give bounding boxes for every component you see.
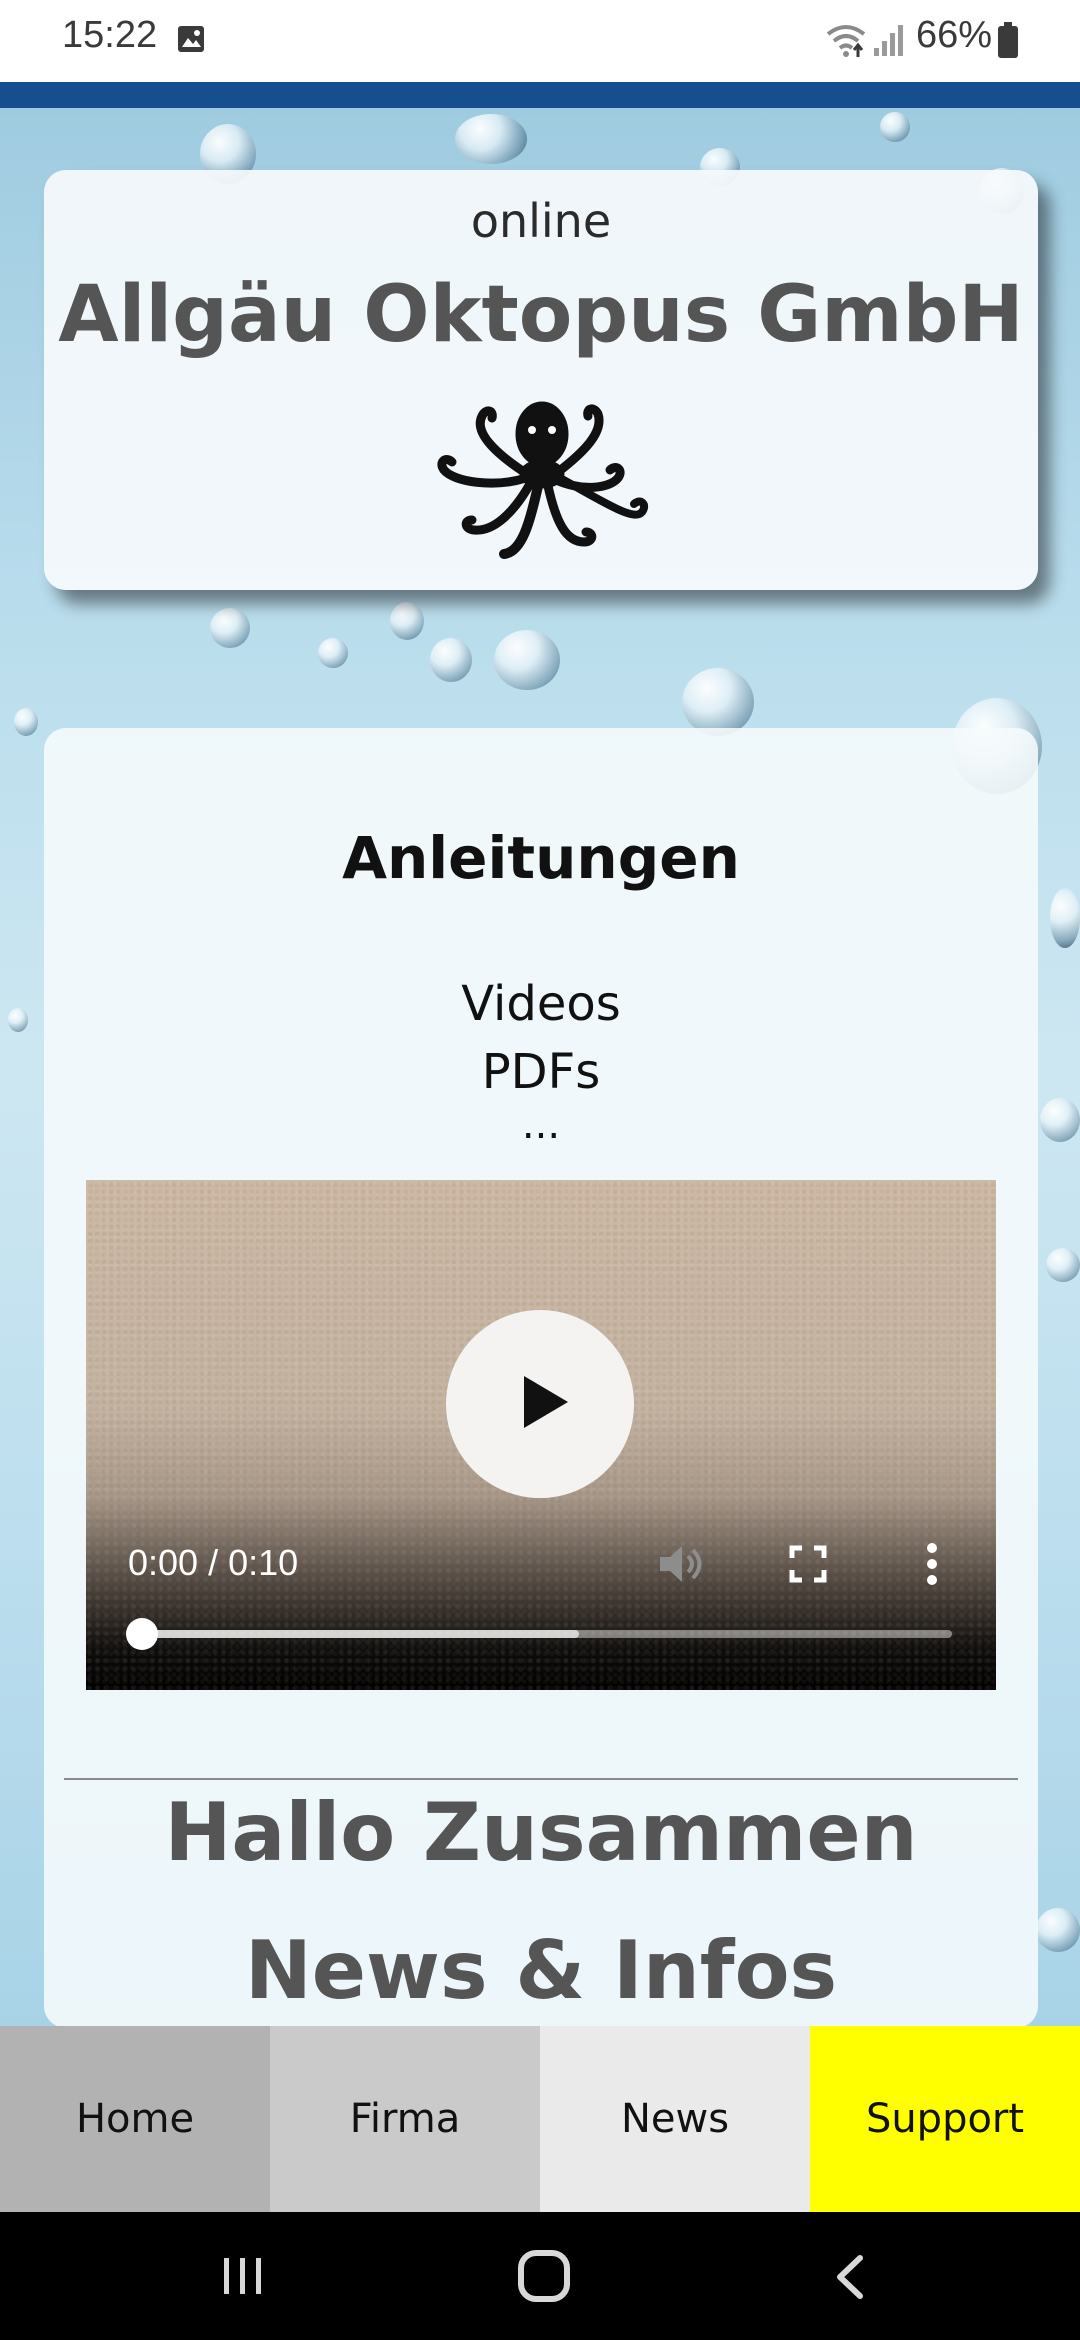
system-navigation-bar xyxy=(0,2212,1080,2340)
status-bar: 15:22 66% xyxy=(0,0,1080,82)
nav-home[interactable]: Home xyxy=(0,2026,270,2212)
news-heading: News & Infos xyxy=(244,1924,838,2017)
nav-news[interactable]: News xyxy=(540,2026,810,2212)
company-title: Allgäu Oktopus GmbH xyxy=(58,270,1024,360)
header-online-label: online xyxy=(470,194,612,248)
header-card: online Allgäu Oktopus GmbH xyxy=(44,170,1038,590)
battery-percent: 66% xyxy=(916,14,993,56)
home-icon[interactable] xyxy=(518,2250,570,2302)
recents-icon[interactable] xyxy=(218,2254,268,2298)
text-videos: Videos xyxy=(461,976,621,1032)
volume-icon[interactable] xyxy=(656,1542,706,1586)
play-button[interactable] xyxy=(446,1310,634,1498)
bottom-navigation: Home Firma News Support xyxy=(0,2026,1080,2212)
top-stripe xyxy=(0,82,1080,108)
nav-support[interactable]: Support xyxy=(810,2026,1080,2212)
status-time: 15:22 xyxy=(62,14,158,56)
signal-icon xyxy=(874,25,903,56)
seek-bar[interactable] xyxy=(142,1630,952,1638)
video-player[interactable]: 0:00 / 0:10 xyxy=(86,1180,996,1690)
section-title: Anleitungen xyxy=(342,824,740,892)
play-icon xyxy=(524,1376,568,1428)
battery-icon xyxy=(998,22,1018,58)
back-icon[interactable] xyxy=(830,2252,870,2302)
seek-buffered xyxy=(142,1630,580,1638)
gallery-icon xyxy=(178,26,204,52)
octopus-icon xyxy=(437,401,649,559)
seek-handle[interactable] xyxy=(126,1618,158,1650)
divider xyxy=(64,1778,1018,1780)
text-pdfs: PDFs xyxy=(481,1044,601,1100)
fullscreen-icon[interactable] xyxy=(788,1544,828,1584)
text-ellipsis: ... xyxy=(521,1102,561,1148)
greeting-heading: Hallo Zusammen xyxy=(164,1786,918,1879)
video-time: 0:00 / 0:10 xyxy=(128,1542,299,1583)
wifi-icon xyxy=(826,25,866,57)
more-vert-icon[interactable] xyxy=(926,1540,938,1588)
nav-firma[interactable]: Firma xyxy=(270,2026,540,2212)
